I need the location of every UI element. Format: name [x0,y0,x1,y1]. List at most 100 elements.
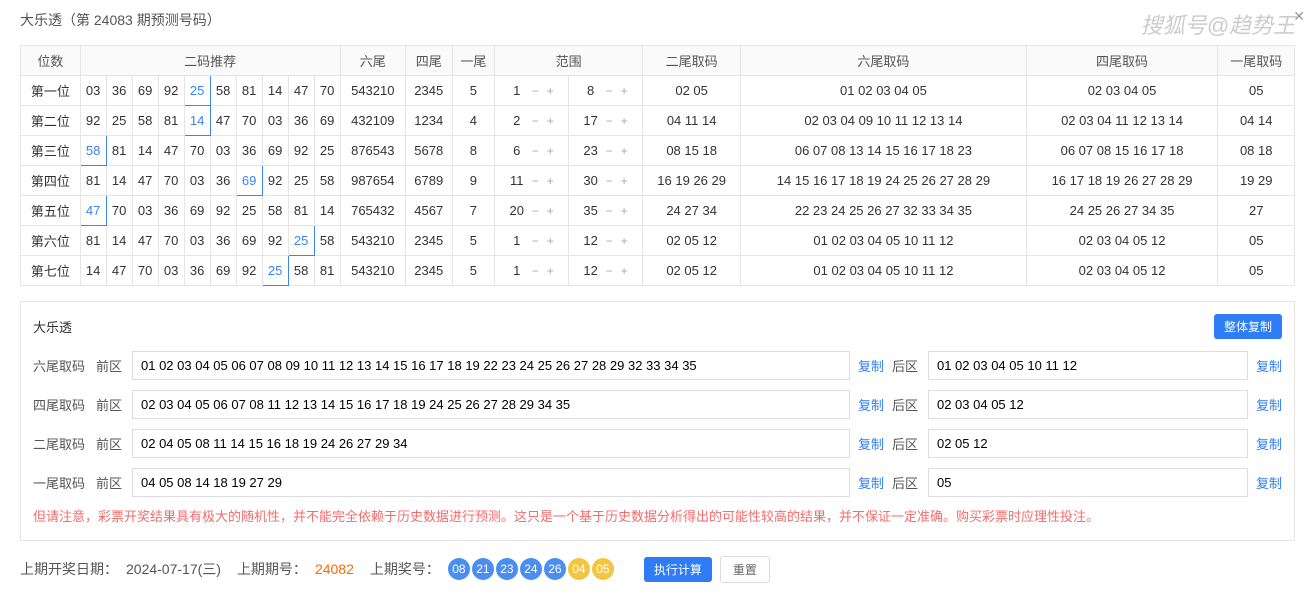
num-cell[interactable]: 58 [314,166,340,196]
plus-icon[interactable]: + [544,174,557,188]
minus-icon[interactable]: − [603,264,616,278]
back-input[interactable] [928,390,1248,419]
num-cell[interactable]: 70 [158,166,184,196]
plus-icon[interactable]: + [618,114,631,128]
num-cell[interactable]: 92 [158,76,184,106]
copy-button[interactable]: 复制 [858,434,884,453]
num-cell[interactable]: 03 [132,196,158,226]
front-input[interactable] [132,429,850,458]
num-cell[interactable]: 92 [210,196,236,226]
num-cell[interactable]: 69 [314,106,340,136]
back-input[interactable] [928,468,1248,497]
num-cell[interactable]: 81 [80,226,106,256]
num-cell[interactable]: 47 [132,226,158,256]
front-input[interactable] [132,351,850,380]
num-cell[interactable]: 69 [210,256,236,286]
num-cell[interactable]: 69 [262,136,288,166]
num-cell[interactable]: 81 [80,166,106,196]
num-cell[interactable]: 14 [132,136,158,166]
plus-icon[interactable]: + [544,204,557,218]
num-cell[interactable]: 47 [106,256,132,286]
minus-icon[interactable]: − [529,174,542,188]
num-cell[interactable]: 25 [288,226,314,256]
minus-icon[interactable]: − [603,144,616,158]
plus-icon[interactable]: + [618,204,631,218]
copy-button[interactable]: 复制 [1256,434,1282,453]
plus-icon[interactable]: + [544,84,557,98]
num-cell[interactable]: 47 [288,76,314,106]
num-cell[interactable]: 47 [210,106,236,136]
minus-icon[interactable]: − [603,234,616,248]
copy-button[interactable]: 复制 [858,473,884,492]
num-cell[interactable]: 25 [106,106,132,136]
plus-icon[interactable]: + [544,144,557,158]
num-cell[interactable]: 58 [80,136,106,166]
num-cell[interactable]: 70 [184,136,210,166]
minus-icon[interactable]: − [529,234,542,248]
calc-button[interactable]: 执行计算 [644,557,712,582]
num-cell[interactable]: 25 [262,256,288,286]
num-cell[interactable]: 70 [106,196,132,226]
num-cell[interactable]: 14 [314,196,340,226]
num-cell[interactable]: 58 [132,106,158,136]
front-input[interactable] [132,390,850,419]
front-input[interactable] [132,468,850,497]
num-cell[interactable]: 03 [184,226,210,256]
num-cell[interactable]: 92 [236,256,262,286]
num-cell[interactable]: 92 [262,226,288,256]
num-cell[interactable]: 81 [236,76,262,106]
reset-button[interactable]: 重置 [720,556,770,583]
num-cell[interactable]: 92 [80,106,106,136]
num-cell[interactable]: 25 [288,166,314,196]
plus-icon[interactable]: + [544,234,557,248]
plus-icon[interactable]: + [618,264,631,278]
num-cell[interactable]: 36 [236,136,262,166]
num-cell[interactable]: 81 [158,106,184,136]
num-cell[interactable]: 81 [106,136,132,166]
minus-icon[interactable]: − [529,264,542,278]
copy-button[interactable]: 复制 [858,395,884,414]
back-input[interactable] [928,351,1248,380]
minus-icon[interactable]: − [603,84,616,98]
num-cell[interactable]: 47 [132,166,158,196]
num-cell[interactable]: 69 [132,76,158,106]
num-cell[interactable]: 47 [158,136,184,166]
num-cell[interactable]: 70 [314,76,340,106]
minus-icon[interactable]: − [529,204,542,218]
num-cell[interactable]: 81 [314,256,340,286]
num-cell[interactable]: 70 [236,106,262,136]
minus-icon[interactable]: − [603,204,616,218]
plus-icon[interactable]: + [544,114,557,128]
num-cell[interactable]: 14 [184,106,210,136]
num-cell[interactable]: 58 [288,256,314,286]
num-cell[interactable]: 36 [184,256,210,286]
num-cell[interactable]: 36 [158,196,184,226]
num-cell[interactable]: 25 [314,136,340,166]
num-cell[interactable]: 69 [236,226,262,256]
num-cell[interactable]: 03 [80,76,106,106]
num-cell[interactable]: 25 [184,76,210,106]
minus-icon[interactable]: − [529,144,542,158]
num-cell[interactable]: 81 [288,196,314,226]
plus-icon[interactable]: + [618,234,631,248]
copy-all-button[interactable]: 整体复制 [1214,314,1282,339]
num-cell[interactable]: 58 [210,76,236,106]
num-cell[interactable]: 36 [210,166,236,196]
num-cell[interactable]: 70 [132,256,158,286]
minus-icon[interactable]: − [603,114,616,128]
minus-icon[interactable]: − [603,174,616,188]
plus-icon[interactable]: + [618,144,631,158]
num-cell[interactable]: 36 [210,226,236,256]
num-cell[interactable]: 70 [158,226,184,256]
copy-button[interactable]: 复制 [1256,473,1282,492]
num-cell[interactable]: 58 [314,226,340,256]
num-cell[interactable]: 03 [262,106,288,136]
num-cell[interactable]: 25 [236,196,262,226]
num-cell[interactable]: 14 [106,166,132,196]
num-cell[interactable]: 69 [184,196,210,226]
plus-icon[interactable]: + [618,84,631,98]
num-cell[interactable]: 03 [158,256,184,286]
num-cell[interactable]: 92 [262,166,288,196]
num-cell[interactable]: 36 [288,106,314,136]
plus-icon[interactable]: + [544,264,557,278]
